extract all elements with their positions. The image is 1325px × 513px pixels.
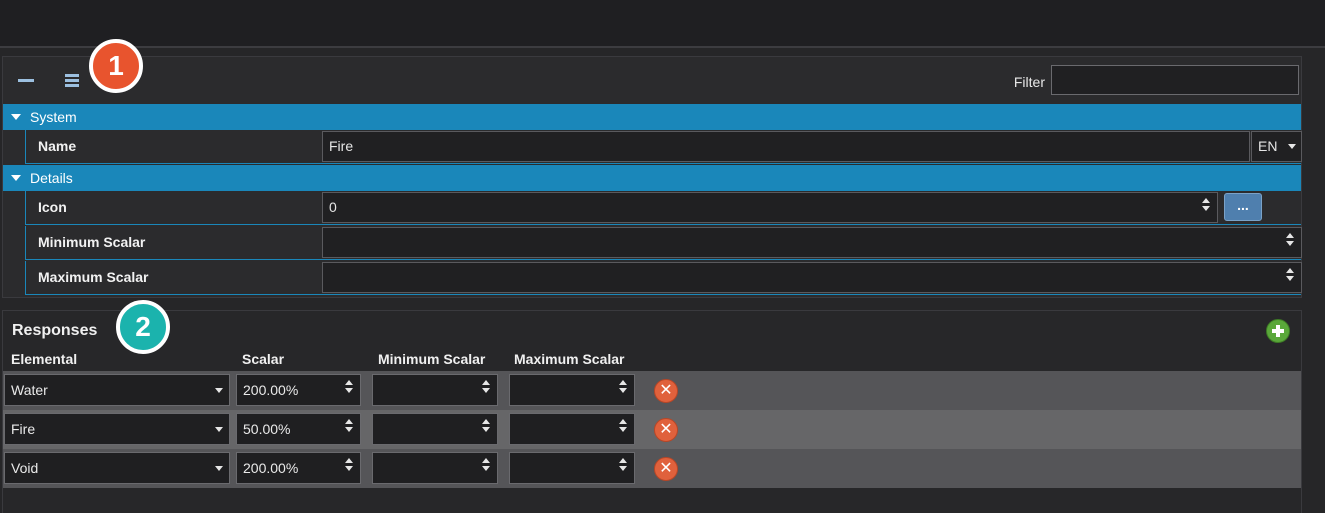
expand-triangle-icon (11, 114, 21, 120)
column-header-minimum-scalar: Minimum Scalar (378, 351, 486, 367)
responses-title: Responses (12, 322, 98, 339)
filter-input[interactable] (1051, 65, 1299, 95)
close-icon: ✕ (659, 382, 673, 399)
chevron-down-icon (1288, 144, 1296, 149)
spinner-arrows-icon[interactable] (344, 377, 354, 403)
categorize-button[interactable] (61, 69, 83, 91)
scalar-value: 50.00% (243, 421, 291, 437)
elemental-select[interactable]: Water (4, 374, 230, 406)
language-select[interactable]: EN (1251, 131, 1302, 162)
spinner-arrows-icon[interactable] (1285, 230, 1295, 256)
close-icon: ✕ (659, 421, 673, 438)
scalar-value: 200.00% (243, 382, 299, 398)
expand-triangle-icon (11, 175, 21, 181)
icon-field[interactable]: 0 (322, 192, 1218, 223)
scalar-value: 200.00% (243, 460, 299, 476)
maximum-scalar-field[interactable] (509, 413, 635, 445)
callout-badge-2: 2 (116, 300, 170, 354)
browse-button[interactable]: ... (1224, 193, 1262, 221)
property-row-name: Name Fire EN (25, 130, 1302, 164)
minimum-scalar-field[interactable] (372, 413, 498, 445)
elemental-select[interactable]: Void (4, 452, 230, 484)
response-row: Fire 50.00% ✕ (3, 410, 1301, 449)
spinner-arrows-icon[interactable] (481, 455, 491, 481)
property-row-minimum-scalar: Minimum Scalar (25, 226, 1302, 260)
elemental-value: Water (11, 382, 48, 398)
category-system[interactable]: System (3, 104, 1301, 130)
column-header-elemental: Elemental (11, 351, 78, 367)
response-row: Void 200.00% ✕ (3, 449, 1301, 488)
list-icon (65, 74, 79, 87)
chevron-down-icon (215, 388, 223, 393)
scalar-field[interactable]: 200.00% (236, 452, 361, 484)
spinner-arrows-icon[interactable] (481, 416, 491, 442)
spinner-arrows-icon[interactable] (344, 455, 354, 481)
elemental-value: Fire (11, 421, 36, 437)
maximum-scalar-field[interactable] (509, 374, 635, 406)
spinner-arrows-icon[interactable] (481, 377, 491, 403)
elemental-select[interactable]: Fire (4, 413, 230, 445)
category-details[interactable]: Details (3, 165, 1301, 191)
category-label: System (30, 109, 77, 125)
close-icon: ✕ (659, 460, 673, 477)
chevron-down-icon (215, 427, 223, 432)
spinner-arrows-icon[interactable] (618, 455, 628, 481)
spinner-arrows-icon[interactable] (344, 416, 354, 442)
minimum-scalar-field[interactable] (372, 374, 498, 406)
name-field[interactable]: Fire (322, 131, 1250, 162)
minimum-scalar-field[interactable] (322, 227, 1302, 258)
property-row-icon: Icon 0 ... (25, 191, 1301, 225)
column-header-maximum-scalar: Maximum Scalar (514, 351, 625, 367)
maximum-scalar-field[interactable] (322, 262, 1302, 293)
delete-response-button[interactable]: ✕ (654, 457, 678, 481)
spinner-arrows-icon[interactable] (1201, 195, 1211, 221)
minus-icon (18, 79, 34, 82)
delete-response-button[interactable]: ✕ (654, 418, 678, 442)
minimum-scalar-field[interactable] (372, 452, 498, 484)
spinner-arrows-icon[interactable] (618, 416, 628, 442)
property-label: Name (38, 138, 77, 154)
filter-label: Filter (1013, 74, 1045, 90)
scalar-field[interactable]: 50.00% (236, 413, 361, 445)
scalar-field[interactable]: 200.00% (236, 374, 361, 406)
language-value: EN (1258, 138, 1278, 154)
collapse-all-button[interactable] (15, 69, 37, 91)
property-grid: Filter System Name Fire EN Details Icon … (2, 56, 1302, 298)
property-label: Minimum Scalar (38, 234, 146, 250)
property-row-maximum-scalar: Maximum Scalar (25, 261, 1302, 295)
icon-value: 0 (329, 199, 337, 215)
category-label: Details (30, 170, 73, 186)
elemental-value: Void (11, 460, 39, 476)
response-row: Water 200.00% ✕ (3, 371, 1301, 410)
maximum-scalar-field[interactable] (509, 452, 635, 484)
top-bar (0, 0, 1325, 48)
delete-response-button[interactable]: ✕ (654, 379, 678, 403)
callout-badge-1: 1 (89, 39, 143, 93)
spinner-arrows-icon[interactable] (1285, 265, 1295, 291)
responses-panel: Responses Elemental Scalar Minimum Scala… (2, 310, 1302, 513)
spinner-arrows-icon[interactable] (618, 377, 628, 403)
add-response-button[interactable] (1266, 319, 1290, 343)
property-label: Icon (38, 199, 67, 215)
column-header-scalar: Scalar (242, 351, 285, 367)
property-label: Maximum Scalar (38, 269, 149, 285)
chevron-down-icon (215, 466, 223, 471)
